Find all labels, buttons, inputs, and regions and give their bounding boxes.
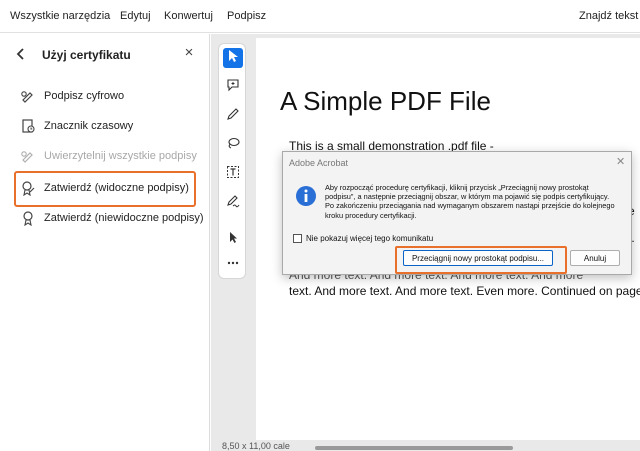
more-icon	[226, 256, 240, 275]
menu-convert[interactable]: Konwertuj	[164, 10, 213, 22]
document-text-line: text. And more text. And more text. Even…	[289, 284, 640, 298]
select-cursor-icon	[226, 49, 240, 68]
cancel-button[interactable]: Anuluj	[570, 250, 620, 266]
menu-all-tools[interactable]: Wszystkie narzędzia	[10, 10, 110, 22]
lasso-icon	[226, 136, 240, 155]
panel-title: Użyj certyfikatu	[42, 48, 131, 62]
document-heading: A Simple PDF File	[280, 86, 491, 116]
fill-sign-icon	[226, 194, 240, 213]
panel-item-sign-digitally[interactable]: Podpisz cyfrowo	[20, 83, 124, 109]
info-icon	[295, 185, 317, 207]
dont-show-again-checkbox[interactable]	[293, 234, 302, 243]
panel-item-label: Uwierzytelnij wszystkie podpisy	[44, 150, 197, 162]
more-tools-button[interactable]	[223, 255, 243, 275]
add-comment-button[interactable]	[223, 77, 243, 97]
menu-bar: Wszystkie narzędzia Edytuj Konwertuj Pod…	[0, 0, 640, 33]
text-box-tool-button[interactable]	[223, 164, 243, 184]
timestamp-icon	[20, 118, 36, 134]
panel-item-label: Zatwierdź (niewidoczne podpisy)	[44, 212, 204, 224]
text-box-icon	[226, 165, 240, 184]
dialog-close-button[interactable]: ✕	[616, 155, 625, 168]
certify-invisible-icon	[20, 210, 36, 227]
panel-item-timestamp[interactable]: Znacznik czasowy	[20, 113, 133, 139]
pointer-icon	[226, 230, 240, 249]
panel-item-label: Znacznik czasowy	[44, 120, 134, 132]
highlight-primary-button	[395, 246, 567, 274]
panel-item-certify-invisible[interactable]: Zatwierdź (niewidoczne podpisy)	[20, 205, 204, 231]
draw-tool-button[interactable]	[223, 106, 243, 126]
add-comment-icon	[226, 78, 240, 97]
horizontal-scrollbar[interactable]	[315, 446, 513, 450]
dialog-title: Adobe Acrobat	[289, 158, 349, 168]
dialog-message: Aby rozpocząć procedurę certyfikacji, kl…	[325, 183, 615, 220]
find-text-button[interactable]: Znajdź tekst lu	[579, 10, 640, 22]
highlight-certify-visible	[14, 171, 196, 207]
certificate-panel: Użyj certyfikatu × Podpisz cyfrowo Znacz…	[0, 34, 210, 451]
pencil-draw-icon	[226, 107, 240, 126]
page-size-label: 8,50 x 11,00 cale	[222, 441, 290, 451]
panel-item-validate-all[interactable]: Uwierzytelnij wszystkie podpisy	[20, 143, 197, 169]
vertical-toolbar	[218, 43, 246, 279]
dont-show-again-label[interactable]: Nie pokazuj więcej tego komunikatu	[306, 234, 433, 243]
pointer-tool-button[interactable]	[223, 229, 243, 249]
lasso-tool-button[interactable]	[223, 135, 243, 155]
menu-edit[interactable]: Edytuj	[120, 10, 151, 22]
select-tool-button[interactable]	[223, 48, 243, 68]
panel-item-label: Podpisz cyfrowo	[44, 90, 125, 102]
close-panel-button[interactable]: ×	[182, 45, 196, 61]
validate-signatures-icon	[20, 148, 36, 164]
menu-sign[interactable]: Podpisz	[227, 10, 266, 22]
back-arrow-icon[interactable]	[14, 47, 28, 61]
pen-sign-icon	[20, 88, 36, 104]
fill-sign-tool-button[interactable]	[223, 193, 243, 213]
